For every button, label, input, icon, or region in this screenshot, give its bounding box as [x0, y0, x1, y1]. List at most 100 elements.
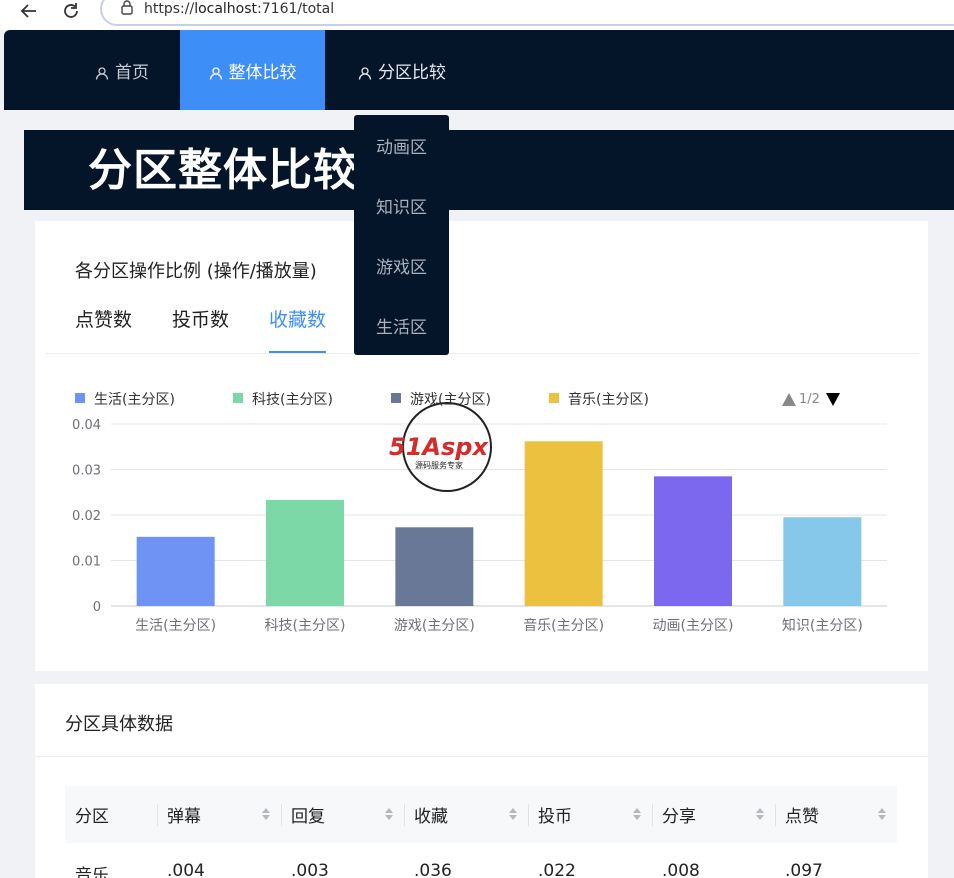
table-cell: .097: [785, 861, 823, 878]
data-table: 分区 弹幕 回复 收藏 投币 分享 点赞 音乐 .004 .003 .036 .022 .008 .09…: [65, 786, 897, 878]
x-tick-label: 生活(主分区): [135, 618, 216, 634]
watermark-slogan: 源码服务专家: [415, 460, 463, 470]
column-header[interactable]: 收藏: [404, 786, 528, 843]
column-separator: [775, 804, 776, 826]
column-header-label: 投币: [538, 807, 572, 827]
legend-label: 科技(主分区): [252, 392, 333, 408]
sort-caret-icon[interactable]: [508, 806, 518, 827]
page-title: 分区整体比较: [88, 145, 358, 196]
tab-likes[interactable]: 点赞数: [75, 305, 132, 353]
column-header-label: 分区: [75, 807, 109, 827]
nav-label-total: 整体比较: [228, 62, 297, 83]
legend-prev-icon: [782, 393, 796, 406]
back-arrow-icon[interactable]: [16, 0, 42, 22]
detail-data-card: 分区具体数据 分区 弹幕 回复 收藏 投币 分享 点赞 音乐 .004 .003 .036 .022…: [35, 684, 928, 878]
nav-label-partition: 分区比较: [378, 62, 446, 83]
nav-item-partition[interactable]: 分区比较: [356, 30, 448, 110]
table-cell: .004: [167, 861, 205, 878]
bar: [524, 441, 603, 606]
legend-label: 音乐(主分区): [568, 391, 649, 408]
user-icon: [358, 67, 372, 80]
chart-card-title: 各分区操作比例 (操作/播放量): [75, 261, 317, 282]
top-navigation: 首页 整体比较 分区比较: [4, 30, 954, 110]
metric-tabs: 点赞数 投币数 收藏数: [75, 305, 366, 353]
url-path: :7161/total: [257, 1, 335, 17]
dropdown-item-game[interactable]: 游戏区: [354, 235, 449, 295]
watermark-logo: 51Aspx 源码服务专家: [387, 400, 512, 499]
column-header-label: 弹幕: [167, 807, 201, 827]
column-separator: [404, 804, 405, 826]
tab-divider: [45, 353, 919, 354]
legend-next-icon: [826, 393, 840, 406]
nav-item-home[interactable]: 首页: [92, 30, 152, 110]
watermark-brand: 51Aspx: [389, 433, 489, 461]
dropdown-item-life[interactable]: 生活区: [354, 295, 449, 355]
sort-caret-icon[interactable]: [384, 806, 394, 827]
partition-dropdown-menu: 动画区 知识区 游戏区 生活区: [354, 115, 449, 355]
sort-caret-icon[interactable]: [877, 806, 887, 827]
lock-icon[interactable]: [120, 0, 134, 19]
user-icon: [95, 67, 109, 80]
detail-card-title: 分区具体数据: [65, 714, 173, 735]
bar: [654, 476, 732, 606]
y-tick-label: 0.03: [72, 464, 101, 479]
nav-item-total[interactable]: 整体比较: [180, 30, 325, 110]
y-tick-label: 0.02: [72, 509, 101, 524]
tab-coins[interactable]: 投币数: [172, 305, 229, 353]
column-header[interactable]: 点赞: [775, 786, 897, 843]
table-body: 音乐 .004 .003 .036 .022 .008 .097: [65, 843, 897, 878]
user-icon: [209, 67, 222, 80]
sort-caret-icon[interactable]: [261, 806, 271, 827]
table-cell: .003: [291, 861, 329, 878]
column-header-label: 分享: [662, 807, 696, 827]
table-header: 分区 弹幕 回复 收藏 投币 分享 点赞: [65, 786, 897, 843]
legend-swatch: [549, 393, 559, 403]
reload-icon[interactable]: [58, 0, 84, 22]
column-separator: [281, 804, 282, 826]
browser-toolbar: https://localhost:7161/total: [0, 0, 954, 30]
column-separator: [528, 804, 529, 826]
x-tick-label: 游戏(主分区): [394, 618, 475, 634]
legend-label: 生活(主分区): [94, 392, 175, 408]
column-header-label: 收藏: [414, 807, 448, 827]
page-banner: 分区整体比较: [24, 130, 954, 210]
sort-caret-icon[interactable]: [632, 806, 642, 827]
column-header[interactable]: 弹幕: [157, 786, 281, 843]
column-header-label: 点赞: [785, 807, 819, 827]
y-tick-label: 0: [93, 600, 101, 615]
table-cell: .036: [414, 861, 452, 878]
column-header-label: 回复: [291, 807, 325, 827]
column-header: 分区: [65, 786, 157, 843]
legend-swatch: [75, 393, 85, 403]
url-text[interactable]: https://localhost:7161/total: [144, 1, 334, 17]
table-row: 音乐 .004 .003 .036 .022 .008 .097: [65, 843, 897, 878]
column-header[interactable]: 投币: [528, 786, 652, 843]
column-separator: [652, 804, 653, 826]
nav-label-home: 首页: [115, 62, 149, 83]
table-cell: .022: [538, 861, 576, 878]
table-cell: 音乐: [75, 866, 109, 878]
x-tick-label: 知识(主分区): [782, 617, 863, 634]
x-tick-label: 动画(主分区): [653, 618, 734, 634]
bar: [783, 517, 862, 606]
bar: [266, 499, 344, 606]
bar: [395, 527, 474, 606]
y-tick-label: 0.01: [72, 555, 101, 570]
card-divider: [35, 756, 928, 757]
sort-caret-icon[interactable]: [755, 806, 765, 827]
column-header[interactable]: 回复: [281, 786, 404, 843]
column-header[interactable]: 分享: [652, 786, 775, 843]
dropdown-item-animation[interactable]: 动画区: [354, 115, 449, 175]
tab-favorites[interactable]: 收藏数: [269, 305, 327, 353]
x-tick-label: 科技(主分区): [265, 618, 346, 634]
x-tick-label: 音乐(主分区): [523, 617, 604, 634]
column-separator: [157, 804, 158, 826]
y-tick-label: 0.04: [72, 418, 101, 433]
table-cell: .008: [662, 861, 700, 878]
url-host: localhost: [194, 1, 258, 17]
dropdown-item-knowledge[interactable]: 知识区: [354, 175, 449, 235]
url-prefix: https://: [144, 1, 195, 17]
legend-swatch: [233, 393, 243, 403]
address-bar[interactable]: https://localhost:7161/total: [100, 0, 954, 26]
bar: [136, 536, 215, 606]
